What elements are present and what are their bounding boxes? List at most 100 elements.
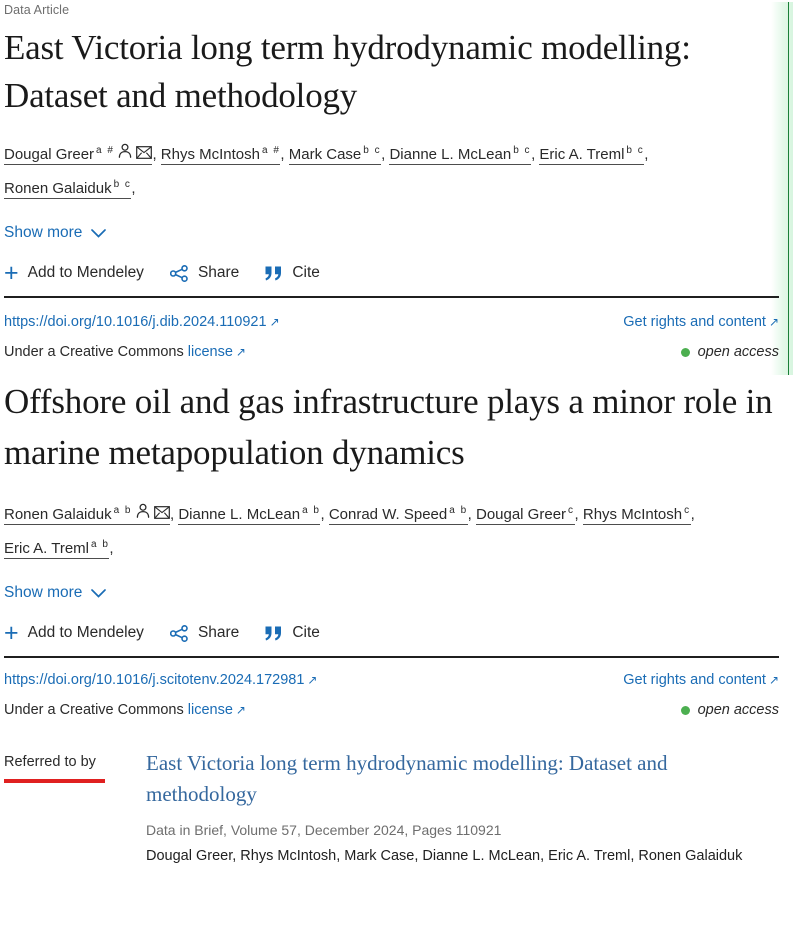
article-kicker: Data Article	[4, 3, 70, 17]
get-rights-label: Get rights and content	[623, 314, 766, 331]
author-separator: ,	[467, 506, 476, 524]
envelope-icon[interactable]	[154, 500, 170, 530]
share-button-2[interactable]: Share	[169, 624, 240, 642]
open-access-label: open access	[697, 344, 779, 361]
author-affiliation-superscript: a #	[262, 145, 281, 156]
envelope-icon	[136, 146, 153, 159]
license-row-1: Under a Creative Commons license ↗ open a…	[4, 332, 779, 362]
author-separator: ,	[280, 146, 289, 163]
share-icon	[169, 624, 188, 642]
author-link[interactable]: Rhys McIntosh c	[582, 505, 691, 526]
author-separator: ,	[574, 506, 583, 524]
article-block-1: Data Article East Victoria long term hyd…	[4, 2, 779, 362]
envelope-icon	[154, 506, 170, 519]
doi-text: https://doi.org/10.1016/j.dib.2024.11092…	[4, 314, 267, 331]
get-rights-label-2: Get rights and content	[623, 672, 766, 689]
external-link-icon: ↗	[269, 315, 280, 330]
author-link[interactable]: Dougal Greer a #	[4, 143, 153, 165]
open-access-dot-icon	[680, 347, 690, 357]
referred-to-by-underline	[4, 779, 105, 784]
author-link[interactable]: Ronen Galaiduk a b	[4, 503, 170, 526]
author-link[interactable]: Conrad W. Speed a b	[328, 505, 468, 526]
author-name: Dianne L. McLean	[389, 146, 512, 163]
author-name: Rhys McIntosh	[582, 506, 683, 524]
author-affiliation-superscript: a b	[113, 505, 132, 517]
license-prefix-2: Under a Creative Commons	[4, 702, 184, 719]
external-link-icon: ↗	[768, 315, 779, 330]
author-link[interactable]: Dougal Greer c	[475, 505, 575, 526]
author-separator: ,	[109, 540, 114, 558]
license-link-2[interactable]: license ↗	[188, 702, 246, 718]
open-access-badge-2: open access	[680, 700, 779, 720]
cite-button[interactable]: Cite	[265, 264, 320, 282]
author-link[interactable]: Eric A. Treml b c	[539, 145, 645, 165]
share-button[interactable]: Share	[169, 264, 239, 282]
article-page: Data Article East Victoria long term hyd…	[0, 2, 793, 934]
author-link[interactable]: Eric A. Treml a b	[4, 539, 110, 560]
license-text-1: Under a Creative Commons license ↗	[4, 342, 246, 362]
add-to-mendeley-button[interactable]: + Add to Mendeley	[4, 259, 144, 288]
person-icon[interactable]	[135, 500, 151, 530]
reading-progress-rail-line	[787, 2, 789, 375]
cite-button-2[interactable]: Cite	[265, 624, 320, 642]
add-to-mendeley-button-2[interactable]: + Add to Mendeley	[4, 619, 144, 648]
author-name: Dougal Greer	[4, 146, 95, 163]
share-icon	[169, 264, 188, 282]
license-text-2: Under a Creative Commons license ↗	[4, 700, 246, 720]
author-link[interactable]: Mark Case b c	[288, 145, 382, 165]
author-link[interactable]: Dianne L. McLean a b	[178, 505, 321, 526]
author-affiliation-superscript: b c	[513, 145, 532, 156]
doi-row-1: https://doi.org/10.1016/j.dib.2024.11092…	[4, 298, 779, 332]
referred-to-by-label-wrap: Referred to by	[4, 748, 144, 784]
author-name: Eric A. Treml	[539, 146, 625, 163]
author-affiliation-superscript: b c	[626, 145, 645, 156]
referred-to-by-body: East Victoria long term hydrodynamic mod…	[144, 748, 779, 868]
license-link-label: license	[187, 344, 233, 361]
author-separator: ,	[152, 146, 161, 163]
add-to-mendeley-label: Add to Mendeley	[27, 264, 144, 282]
author-link[interactable]: Rhys McIntosh a #	[160, 145, 281, 165]
referred-to-by-section: Referred to by East Victoria long term h…	[4, 748, 779, 868]
page-title-2: Offshore oil and gas infrastructure play…	[4, 382, 773, 473]
cite-label: Cite	[292, 264, 320, 282]
author-list-2: Ronen Galaiduk a b, Dianne L. McLean a b, …	[4, 496, 779, 564]
envelope-icon[interactable]	[136, 140, 153, 170]
author-name: Rhys McIntosh	[160, 146, 260, 163]
plus-icon: +	[4, 259, 19, 288]
author-name: Conrad W. Speed	[328, 506, 448, 524]
license-prefix: Under a Creative Commons	[4, 344, 184, 361]
referred-article-title-link[interactable]: East Victoria long term hydrodynamic mod…	[146, 748, 779, 810]
show-more-label: Show more	[4, 224, 83, 242]
show-more-button-2[interactable]: Show more	[4, 582, 107, 604]
get-rights-and-content-link-2[interactable]: Get rights and content ↗	[623, 670, 779, 690]
show-more-button-1[interactable]: Show more	[4, 222, 107, 244]
referred-article-authors: Dougal Greer, Rhys McIntosh, Mark Case, …	[146, 848, 743, 865]
article-actions-2: + Add to Mendeley Share Cite	[4, 619, 779, 648]
doi-link-1[interactable]: https://doi.org/10.1016/j.dib.2024.11092…	[4, 312, 280, 332]
author-affiliation-superscript: a #	[96, 145, 115, 156]
page-title: East Victoria long term hydrodynamic mod…	[4, 28, 691, 115]
person-icon	[119, 143, 132, 158]
article-actions-1: + Add to Mendeley Share Cite	[4, 259, 779, 288]
author-affiliation-superscript: a b	[91, 539, 110, 551]
open-access-label-2: open access	[697, 702, 779, 719]
author-separator: ,	[644, 146, 649, 163]
get-rights-and-content-link-1[interactable]: Get rights and content ↗	[623, 312, 779, 332]
cite-label-2: Cite	[292, 624, 320, 642]
author-affiliation-superscript: b c	[113, 179, 132, 191]
doi-text-2: https://doi.org/10.1016/j.scitotenv.2024…	[4, 672, 305, 689]
person-icon[interactable]	[117, 140, 133, 170]
share-label-2: Share	[197, 624, 240, 642]
plus-icon: +	[4, 619, 19, 648]
doi-link-2[interactable]: https://doi.org/10.1016/j.scitotenv.2024…	[4, 670, 317, 690]
external-link-icon: ↗	[235, 345, 246, 360]
license-link-1[interactable]: license ↗	[188, 344, 246, 360]
author-link[interactable]: Dianne L. McLean b c	[389, 145, 532, 165]
external-link-icon: ↗	[768, 673, 779, 688]
author-separator: ,	[131, 180, 136, 198]
author-affiliation-superscript: a b	[302, 505, 321, 517]
show-more-label-2: Show more	[4, 584, 83, 602]
license-link-label-2: license	[187, 702, 233, 719]
author-link[interactable]: Ronen Galaiduk b c	[4, 179, 132, 200]
author-separator: ,	[320, 506, 329, 524]
